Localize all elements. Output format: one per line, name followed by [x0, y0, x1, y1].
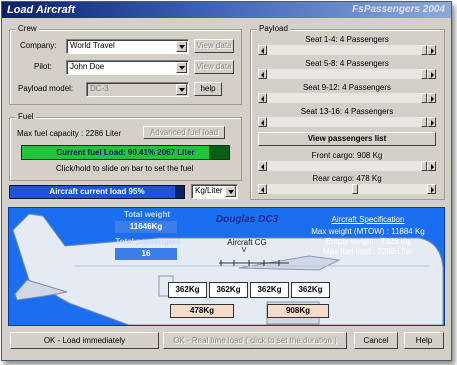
seat-9-12-label: Seat 9-12: 4 Passengers	[302, 83, 392, 92]
arrow-left-icon[interactable]	[258, 45, 267, 55]
fuel-hint: Click/hold to slide on bar to set the fu…	[56, 164, 194, 173]
arrow-right-icon[interactable]	[427, 45, 436, 55]
payload-model-label: Payload model:	[18, 84, 74, 93]
chevron-down-icon[interactable]	[176, 84, 187, 95]
total-passengers-label: Total passengers	[115, 237, 181, 246]
crew-group: Crew Company: World Travel View data Pil…	[9, 24, 242, 105]
arrow-left-icon[interactable]	[258, 161, 267, 171]
pilot-view-data-button[interactable]: View data	[194, 60, 234, 74]
fuel-load-bar[interactable]: Current fuel Load: 90.41% 2067 Liter	[21, 145, 230, 160]
arrow-right-icon[interactable]	[427, 69, 436, 79]
cg-marker: V	[241, 247, 247, 254]
chevron-down-icon[interactable]	[176, 62, 187, 73]
spec-line-fuel: Max fuel load : 2286 Liter	[323, 247, 413, 256]
rear-cargo-label: Rear cargo: 478 Kg	[312, 174, 382, 183]
arrow-left-icon[interactable]	[258, 184, 267, 194]
help-small-button[interactable]: help	[194, 82, 222, 96]
cancel-button[interactable]: Cancel	[354, 332, 398, 349]
spec-title: Aircraft Specification	[331, 215, 405, 224]
total-weight-label: Total weight	[123, 210, 171, 219]
payload-group-label: Payload	[257, 24, 290, 33]
front-cargo-slider[interactable]	[258, 161, 436, 171]
chevron-down-icon[interactable]	[176, 41, 187, 52]
brand-label: FsPassengers 2004	[352, 4, 445, 15]
front-cargo-load: 478Kg	[170, 304, 234, 318]
company-value: World Travel	[70, 41, 115, 50]
view-passengers-list-button[interactable]: View passengers list	[258, 132, 436, 146]
advanced-fuel-load-button[interactable]: Advanced fuel load	[143, 126, 225, 139]
fuel-group: Fuel Max fuel capacity : 2286 Liter Adva…	[9, 112, 242, 181]
ok-real-time-load-button[interactable]: OK - Real time load ( click to set the d…	[163, 332, 347, 349]
company-select[interactable]: World Travel	[66, 39, 189, 54]
help-button[interactable]: Help	[404, 332, 444, 349]
unit-select[interactable]: Kg/Liter	[191, 184, 238, 199]
ok-load-immediately-button[interactable]: OK - Load immediately	[10, 332, 159, 349]
arrow-right-icon[interactable]	[427, 117, 436, 127]
aircraft-load-bar: Aircraft current load 95%	[9, 185, 185, 199]
aircraft-diagram-panel: Total weight 11646Kg Total passengers 16…	[8, 207, 445, 326]
seat-13-16-label: Seat 13-16: 4 Passengers	[300, 107, 394, 116]
slider-thumb[interactable]	[351, 184, 358, 194]
aircraft-name: Douglas DC3	[215, 214, 279, 225]
aircraft-load-text: Aircraft current load 95%	[49, 187, 145, 196]
aircraft-cg-label: Aircraft CG	[227, 238, 267, 247]
arrow-left-icon[interactable]	[258, 69, 267, 79]
seat-13-16-slider[interactable]	[258, 117, 436, 127]
crew-group-label: Crew	[16, 24, 39, 33]
pilot-label: Pilot:	[34, 62, 52, 71]
pilot-value: John Doe	[70, 62, 105, 71]
seat-load-3: 362Kg	[250, 282, 289, 298]
seat-load-4: 362Kg	[291, 282, 330, 298]
company-label: Company:	[20, 41, 57, 50]
rear-cargo-load: 908Kg	[267, 304, 329, 318]
fuel-group-label: Fuel	[16, 112, 36, 121]
seat-1-4-label: Seat 1-4: 4 Passengers	[305, 35, 389, 44]
window-title: Load Aircraft	[7, 4, 76, 16]
company-view-data-button[interactable]: View data	[194, 39, 234, 53]
unit-value: Kg/Liter	[195, 186, 223, 195]
seat-5-8-label: Seat 5-8: 4 Passengers	[305, 59, 389, 68]
chevron-down-icon[interactable]	[225, 186, 236, 197]
seat-5-8-slider[interactable]	[258, 69, 436, 79]
payload-model-select[interactable]: DC-3	[86, 82, 189, 97]
seat-1-4-slider[interactable]	[258, 45, 436, 55]
spec-line-mtow: Max weight (MTOW) : 11884 Kg	[311, 227, 425, 236]
seat-load-1: 362Kg	[168, 282, 207, 298]
total-passengers-value: 16	[115, 248, 177, 260]
max-fuel-capacity: Max fuel capacity : 2286 Liter	[17, 129, 122, 138]
total-weight-value: 11646Kg	[115, 221, 177, 233]
spec-line-empty: Empty weight : 7323 Kg	[325, 237, 411, 246]
pilot-select[interactable]: John Doe	[66, 60, 189, 75]
arrow-right-icon[interactable]	[427, 184, 436, 194]
arrow-left-icon[interactable]	[258, 117, 267, 127]
fuel-load-text: Current fuel Load: 90.41% 2067 Liter	[56, 148, 195, 157]
arrow-right-icon[interactable]	[427, 161, 436, 171]
seat-9-12-slider[interactable]	[258, 93, 436, 103]
rear-cargo-slider[interactable]	[258, 184, 436, 194]
front-cargo-label: Front cargo: 908 Kg	[311, 151, 383, 160]
load-aircraft-window: Load Aircraft FsPassengers 2004 Crew Com…	[1, 1, 452, 361]
payload-model-value: DC-3	[90, 84, 109, 93]
arrow-left-icon[interactable]	[258, 93, 267, 103]
seat-load-2: 362Kg	[209, 282, 248, 298]
title-bar: Load Aircraft FsPassengers 2004	[2, 2, 451, 18]
arrow-right-icon[interactable]	[427, 93, 436, 103]
